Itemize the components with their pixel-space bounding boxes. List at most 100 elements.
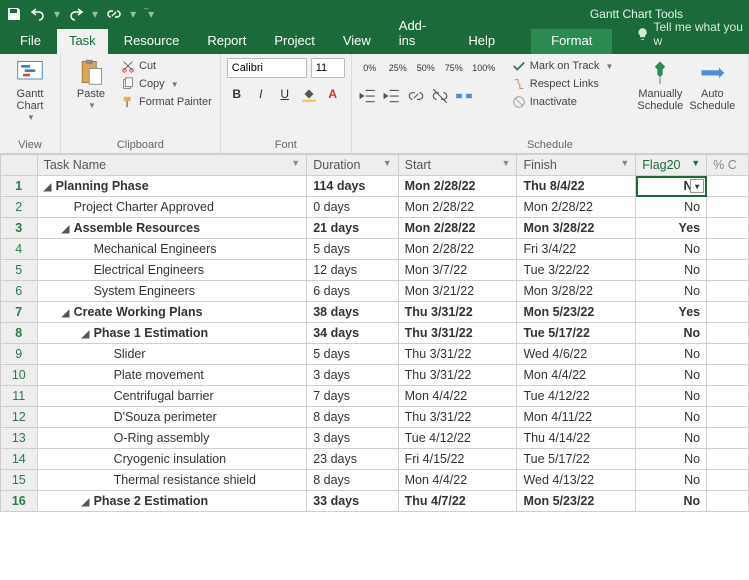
- table-row[interactable]: 5Electrical Engineers12 daysMon 3/7/22Tu…: [1, 260, 749, 281]
- tab-help[interactable]: Help: [456, 29, 507, 54]
- manually-schedule-button[interactable]: Manually Schedule: [636, 58, 684, 112]
- chevron-down-icon[interactable]: ▼: [502, 158, 511, 168]
- row-number[interactable]: 14: [1, 449, 38, 470]
- split-task-button[interactable]: [454, 86, 474, 106]
- chevron-down-icon[interactable]: ▼: [291, 158, 300, 168]
- cell-duration[interactable]: 3 days: [307, 365, 398, 386]
- cell-duration[interactable]: 7 days: [307, 386, 398, 407]
- cell-duration[interactable]: 8 days: [307, 407, 398, 428]
- cell-pct[interactable]: [707, 302, 749, 323]
- cell-flag[interactable]: No: [636, 323, 707, 344]
- row-number[interactable]: 4: [1, 239, 38, 260]
- tab-file[interactable]: File: [8, 29, 53, 54]
- font-name-input[interactable]: [227, 58, 307, 78]
- cell-start[interactable]: Thu 3/31/22: [398, 302, 517, 323]
- auto-schedule-button[interactable]: Auto Schedule: [688, 58, 736, 112]
- cell-start[interactable]: Mon 2/28/22: [398, 218, 517, 239]
- collapse-icon[interactable]: ◢: [82, 329, 92, 340]
- cell-flag[interactable]: No: [636, 386, 707, 407]
- row-number[interactable]: 6: [1, 281, 38, 302]
- tab-resource[interactable]: Resource: [112, 29, 192, 54]
- cell-pct[interactable]: [707, 344, 749, 365]
- bold-button[interactable]: B: [227, 84, 247, 104]
- cell-finish[interactable]: Tue 5/17/22: [517, 449, 636, 470]
- cell-finish[interactable]: Mon 3/28/22: [517, 281, 636, 302]
- cell-flag[interactable]: No: [636, 260, 707, 281]
- cell-task-name[interactable]: ◢Planning Phase: [37, 176, 307, 197]
- cell-duration[interactable]: 38 days: [307, 302, 398, 323]
- table-row[interactable]: 10Plate movement3 daysThu 3/31/22Mon 4/4…: [1, 365, 749, 386]
- cell-pct[interactable]: [707, 428, 749, 449]
- row-number[interactable]: 11: [1, 386, 38, 407]
- row-number[interactable]: 8: [1, 323, 38, 344]
- cell-finish[interactable]: Wed 4/13/22: [517, 470, 636, 491]
- tab-view[interactable]: View: [331, 29, 383, 54]
- cell-task-name[interactable]: ◢Create Working Plans: [37, 302, 307, 323]
- cell-pct[interactable]: [707, 176, 749, 197]
- dropdown-icon[interactable]: ▾: [690, 179, 704, 193]
- cell-task-name[interactable]: Project Charter Approved: [37, 197, 307, 218]
- cell-start[interactable]: Mon 4/4/22: [398, 470, 517, 491]
- chevron-down-icon[interactable]: ▼: [383, 158, 392, 168]
- italic-button[interactable]: I: [251, 84, 271, 104]
- cell-duration[interactable]: 0 days: [307, 197, 398, 218]
- cell-pct[interactable]: [707, 449, 749, 470]
- cell-duration[interactable]: 6 days: [307, 281, 398, 302]
- cell-pct[interactable]: [707, 218, 749, 239]
- row-number[interactable]: 10: [1, 365, 38, 386]
- cell-flag[interactable]: No: [636, 197, 707, 218]
- cell-duration[interactable]: 23 days: [307, 449, 398, 470]
- col-task-name[interactable]: Task Name▼: [37, 155, 307, 176]
- table-row[interactable]: 1◢Planning Phase114 daysMon 2/28/22Thu 8…: [1, 176, 749, 197]
- cell-finish[interactable]: Mon 3/28/22: [517, 218, 636, 239]
- collapse-icon[interactable]: ◢: [62, 224, 72, 235]
- qat-customize-icon[interactable]: ‾▾: [144, 7, 154, 21]
- cell-flag[interactable]: No: [636, 428, 707, 449]
- cell-task-name[interactable]: O-Ring assembly: [37, 428, 307, 449]
- cell-finish[interactable]: Mon 5/23/22: [517, 491, 636, 512]
- table-row[interactable]: 9Slider5 daysThu 3/31/22Wed 4/6/22No: [1, 344, 749, 365]
- cell-start[interactable]: Fri 4/15/22: [398, 449, 517, 470]
- cell-flag[interactable]: Yes: [636, 218, 707, 239]
- cell-pct[interactable]: [707, 260, 749, 281]
- collapse-icon[interactable]: ◢: [82, 497, 92, 508]
- font-size-input[interactable]: [311, 58, 345, 78]
- pct-50-button[interactable]: 50%: [414, 58, 438, 78]
- cell-start[interactable]: Thu 4/7/22: [398, 491, 517, 512]
- cell-finish[interactable]: Mon 5/23/22: [517, 302, 636, 323]
- respect-links-button[interactable]: Respect Links: [510, 76, 616, 92]
- cell-pct[interactable]: [707, 491, 749, 512]
- cell-duration[interactable]: 33 days: [307, 491, 398, 512]
- cell-flag[interactable]: No: [636, 344, 707, 365]
- cell-start[interactable]: Thu 3/31/22: [398, 365, 517, 386]
- filter-icon[interactable]: ▼: [691, 158, 700, 168]
- col-finish[interactable]: Finish▼: [517, 155, 636, 176]
- cell-pct[interactable]: [707, 197, 749, 218]
- row-number[interactable]: 16: [1, 491, 38, 512]
- cell-finish[interactable]: Thu 8/4/22: [517, 176, 636, 197]
- mark-on-track-button[interactable]: Mark on Track▼: [510, 58, 616, 74]
- cell-finish[interactable]: Mon 2/28/22: [517, 197, 636, 218]
- cell-task-name[interactable]: Cryogenic insulation: [37, 449, 307, 470]
- undo-icon[interactable]: [30, 6, 46, 22]
- cell-pct[interactable]: [707, 281, 749, 302]
- col-duration[interactable]: Duration▼: [307, 155, 398, 176]
- save-icon[interactable]: [6, 6, 22, 22]
- cell-flag[interactable]: No: [636, 491, 707, 512]
- row-number[interactable]: 3: [1, 218, 38, 239]
- cell-finish[interactable]: Fri 3/4/22: [517, 239, 636, 260]
- cell-task-name[interactable]: Centrifugal barrier: [37, 386, 307, 407]
- rownum-header[interactable]: [1, 155, 38, 176]
- outdent-button[interactable]: [358, 86, 378, 106]
- cell-duration[interactable]: 3 days: [307, 428, 398, 449]
- cell-task-name[interactable]: D'Souza perimeter: [37, 407, 307, 428]
- cell-flag[interactable]: No: [636, 449, 707, 470]
- collapse-icon[interactable]: ◢: [62, 308, 72, 319]
- inactivate-button[interactable]: Inactivate: [510, 94, 616, 110]
- pct-0-button[interactable]: 0%: [358, 58, 382, 78]
- table-row[interactable]: 6System Engineers6 daysMon 3/21/22Mon 3/…: [1, 281, 749, 302]
- cell-task-name[interactable]: Thermal resistance shield: [37, 470, 307, 491]
- cell-pct[interactable]: [707, 365, 749, 386]
- col-start[interactable]: Start▼: [398, 155, 517, 176]
- link-icon[interactable]: [106, 6, 122, 22]
